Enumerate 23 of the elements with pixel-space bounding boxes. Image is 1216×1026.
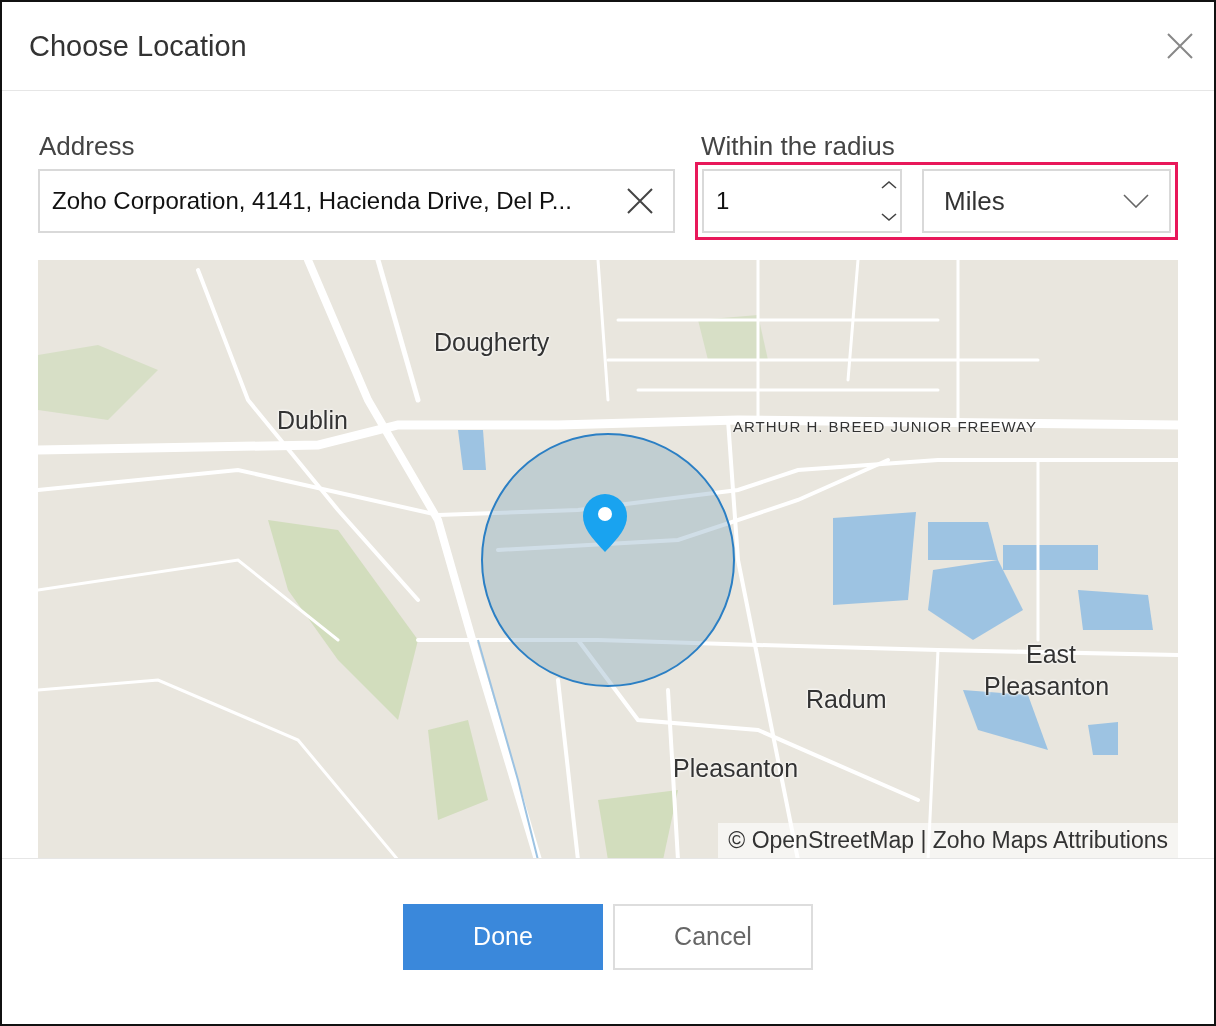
address-value: Zoho Corporation, 4141, Hacienda Drive, Del P... <box>52 187 572 215</box>
chevron-down-icon <box>1123 194 1149 208</box>
address-field[interactable]: Zoho Corporation, 4141, Hacienda Drive, Del P... <box>38 169 675 233</box>
road-label: ARTHUR H. BREED JUNIOR FREEWAY <box>733 418 1037 435</box>
place-label: Dougherty <box>434 328 550 357</box>
place-label: Pleasanton <box>673 754 799 783</box>
place-label: Pleasanton <box>984 672 1110 701</box>
place-label: East <box>1026 640 1077 669</box>
radius-value: 1 <box>716 187 730 215</box>
map-attribution: © OpenStreetMap | Zoho Maps Attributions <box>718 823 1178 858</box>
address-label: Address <box>38 131 136 161</box>
dialog-title: Choose Location <box>29 29 247 63</box>
clear-icon[interactable] <box>627 188 653 214</box>
spinner-icon[interactable] <box>880 180 898 222</box>
place-label: Dublin <box>277 406 348 435</box>
done-button[interactable]: Done <box>403 903 603 970</box>
unit-dropdown[interactable]: Miles <box>922 169 1171 233</box>
radius-input[interactable]: 1 <box>702 169 902 233</box>
radius-label: Within the radius <box>700 131 896 161</box>
location-pin-icon[interactable] <box>583 494 627 552</box>
place-label: Radum <box>806 685 887 714</box>
cancel-button[interactable]: Cancel <box>613 903 813 970</box>
unit-value: Miles <box>944 185 1005 217</box>
